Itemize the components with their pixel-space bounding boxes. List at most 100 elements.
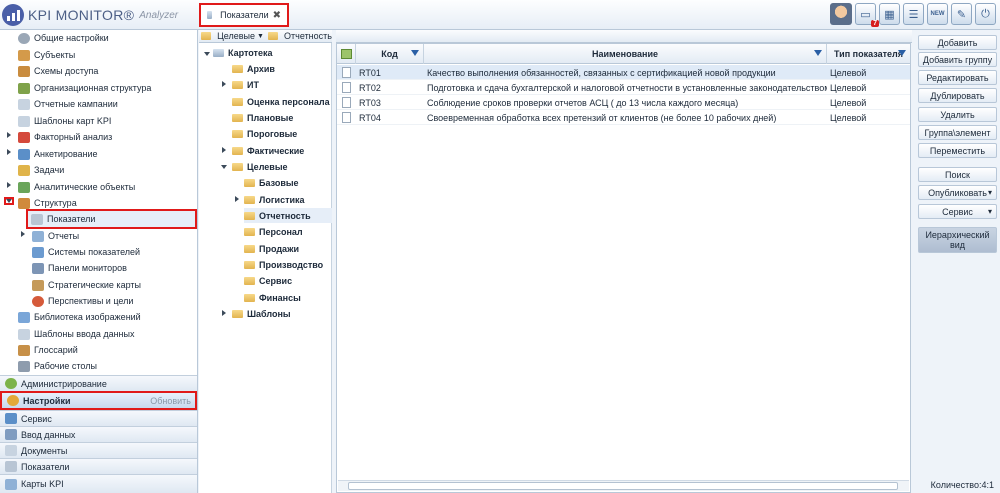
tree-node-logistics[interactable]: Логистика [244, 192, 305, 207]
app-logo: KPI MONITOR® Analyzer [2, 3, 198, 27]
collapse-icon[interactable] [204, 52, 210, 56]
cell-code: RT04 [359, 112, 381, 123]
section-documents[interactable]: Документы [0, 442, 197, 458]
expand-icon[interactable] [222, 147, 226, 153]
section-administration[interactable]: Администрирование [0, 375, 197, 391]
tree-node-target[interactable]: Целевые [232, 159, 288, 174]
tree-node-service[interactable]: Сервис [244, 273, 292, 288]
form-icon [18, 148, 30, 160]
expand-icon[interactable] [7, 132, 11, 138]
tree-node-personnel[interactable]: Персонал [244, 224, 303, 239]
nav-item-data-input-templates[interactable]: Шаблоны ввода данных [18, 326, 135, 342]
tree-node-personnel-eval[interactable]: Оценка персонала [232, 94, 330, 109]
tree-node-root[interactable]: Картотека [213, 45, 272, 60]
tree-node-threshold[interactable]: Пороговые [232, 126, 297, 141]
tree-node-archive[interactable]: Архив [232, 61, 275, 76]
section-indicators[interactable]: Показатели [0, 458, 197, 474]
section-service[interactable]: Сервис [0, 410, 197, 426]
collapse-icon[interactable] [4, 197, 14, 205]
nav-item-image-library[interactable]: Библиотека изображений [18, 309, 141, 325]
image-icon [18, 311, 30, 323]
nav-item-reporting-campaigns[interactable]: Отчетные кампании [18, 96, 118, 112]
nav-item-surveys[interactable]: Анкетирование [18, 146, 98, 162]
grid-icon[interactable]: ▦ [879, 3, 900, 25]
expand-icon[interactable] [222, 81, 226, 87]
column-header-type[interactable]: Тип показателя [827, 44, 910, 64]
section-settings[interactable]: Настройки Обновить [0, 391, 197, 410]
tree-node-actual[interactable]: Фактические [232, 143, 304, 158]
column-header-code[interactable]: Код [356, 44, 424, 64]
tree-node-sales[interactable]: Продажи [244, 241, 299, 256]
nav-item-indicators[interactable]: Показатели [26, 209, 197, 229]
expand-icon[interactable] [21, 231, 25, 237]
filter-icon[interactable] [411, 50, 419, 56]
search-button[interactable]: Поиск [918, 167, 997, 182]
nav-item-reports[interactable]: Отчеты [32, 228, 79, 244]
nav-item-general-settings[interactable]: Общие настройки [18, 30, 109, 46]
hierarchical-view-toggle[interactable]: Иерархический вид [918, 227, 997, 253]
breadcrumb-item-reporting[interactable]: Отчетность [284, 31, 332, 41]
chevron-down-icon[interactable]: ▼ [257, 33, 264, 40]
news-icon[interactable]: NEW [927, 3, 948, 25]
tree-node-reporting[interactable]: Отчетность [244, 208, 332, 223]
column-header-name[interactable]: Наименование [424, 44, 827, 64]
nav-item-analytic-objects[interactable]: Аналитические объекты [18, 179, 135, 195]
folder-icon [232, 309, 243, 318]
table-row[interactable]: RT04 Своевременная обработка всех претен… [337, 110, 910, 125]
collapse-icon[interactable] [221, 165, 227, 169]
nav-item-tasks[interactable]: Задачи [18, 162, 64, 178]
edit-button[interactable]: Редактировать [918, 70, 997, 85]
add-group-button[interactable]: Добавить группу [918, 52, 997, 67]
power-icon[interactable]: ⏻ [975, 3, 996, 25]
add-button[interactable]: Добавить [918, 35, 997, 50]
monitor-icon[interactable]: ▭ 7 [855, 3, 879, 27]
tree-node-templates[interactable]: Шаблоны [232, 306, 291, 321]
nav-item-strategy-maps[interactable]: Стратегические карты [32, 277, 141, 293]
expand-icon[interactable] [235, 196, 239, 202]
nav-item-structure[interactable]: Структура [18, 195, 77, 211]
folder-icon [244, 195, 255, 204]
tab-indicators[interactable]: Показатели ✖ [199, 3, 289, 27]
expand-icon[interactable] [7, 182, 11, 188]
tree-node-planned[interactable]: Плановые [232, 110, 293, 125]
nav-item-kpi-templates[interactable]: Шаблоны карт KPI [18, 113, 111, 129]
filter-icon[interactable] [898, 50, 906, 56]
horizontal-scrollbar[interactable] [338, 480, 909, 491]
service-dropdown[interactable]: Сервис [918, 204, 997, 219]
nav-item-org-structure[interactable]: Организационная структура [18, 80, 151, 96]
nav-item-subjects[interactable]: Субъекты [18, 47, 75, 63]
duplicate-button[interactable]: Дублировать [918, 88, 997, 103]
nav-item-desktops[interactable]: Рабочие столы [18, 358, 97, 374]
tree-node-it[interactable]: ИТ [232, 77, 259, 92]
tree-node-finance[interactable]: Финансы [244, 290, 301, 305]
nav-item-access-schemes[interactable]: Схемы доступа [18, 63, 98, 79]
section-kpi-cards[interactable]: Карты KPI [0, 474, 197, 493]
nav-item-glossary[interactable]: Глоссарий [18, 342, 78, 358]
table-row[interactable]: RT03 Соблюдение сроков проверки отчетов … [337, 95, 910, 110]
user-avatar[interactable] [830, 3, 852, 25]
table-icon[interactable]: ☰ [903, 3, 924, 25]
pen-icon[interactable]: ✎ [951, 3, 972, 25]
nav-item-monitor-panels[interactable]: Панели мониторов [32, 260, 127, 276]
tree-node-production[interactable]: Производство [244, 257, 323, 272]
close-tab-icon[interactable]: ✖ [273, 10, 281, 21]
add-row-icon[interactable] [337, 44, 356, 64]
nav-item-perspectives[interactable]: Перспективы и цели [32, 293, 133, 309]
table-row[interactable]: RT02 Подготовка и сдача бухгалтерской и … [337, 80, 910, 95]
nav-item-indicator-systems[interactable]: Системы показателей [32, 244, 140, 260]
scrollbar-thumb[interactable] [348, 482, 898, 490]
publish-dropdown[interactable]: Опубликовать [918, 185, 997, 200]
group-element-button[interactable]: Группа\элемент [918, 125, 997, 140]
expand-icon[interactable] [222, 310, 226, 316]
expand-icon[interactable] [7, 149, 11, 155]
section-data-input[interactable]: Ввод данных [0, 426, 197, 442]
delete-button[interactable]: Удалить [918, 107, 997, 122]
nav-item-factor-analysis[interactable]: Факторный анализ [18, 129, 112, 145]
filter-icon[interactable] [814, 50, 822, 56]
move-button[interactable]: Переместить [918, 143, 997, 158]
doc-icon [18, 328, 30, 340]
refresh-link[interactable]: Обновить [150, 396, 191, 406]
breadcrumb-item-target[interactable]: Целевые [217, 31, 255, 41]
table-row[interactable]: RT01 Качество выполнения обязанностей, с… [337, 65, 910, 80]
tree-node-base[interactable]: Базовые [244, 175, 299, 190]
